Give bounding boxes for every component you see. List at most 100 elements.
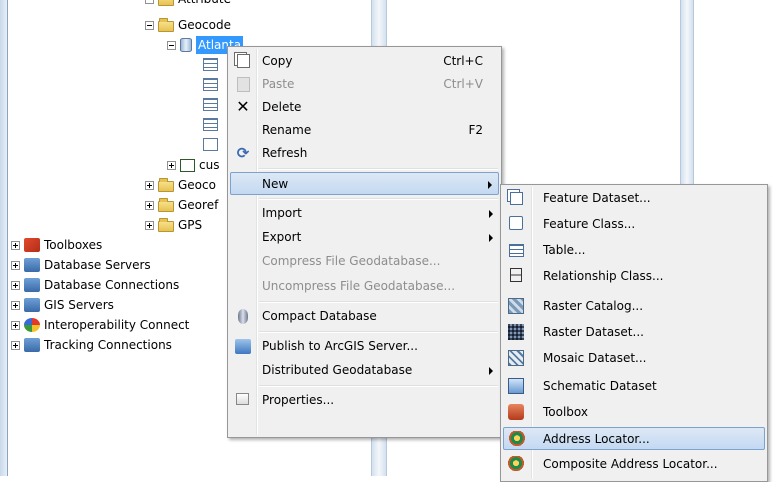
menu-item-compress[interactable]: Compress File Geodatabase... <box>230 250 499 273</box>
tree-item-relationship[interactable] <box>203 135 222 153</box>
menu-item-copy[interactable]: Copy Ctrl+C <box>230 50 499 73</box>
tree-item-database-connections[interactable]: Database Connections <box>11 276 179 294</box>
tree-item-label: Database Servers <box>44 258 151 272</box>
menu-item-publish[interactable]: Publish to ArcGIS Server... <box>230 335 499 358</box>
table-icon <box>203 57 218 71</box>
tree-item-gis-servers[interactable]: GIS Servers <box>11 296 114 314</box>
folder-icon <box>158 17 174 32</box>
submenu-item-feature-dataset[interactable]: Feature Dataset... <box>503 187 765 210</box>
tree-item-database-servers[interactable]: Database Servers <box>11 256 151 274</box>
menu-item-new[interactable]: New <box>230 172 499 195</box>
table-icon <box>203 117 218 131</box>
menu-item-uncompress[interactable]: Uncompress File Geodatabase... <box>230 275 499 298</box>
relationship-class-icon <box>510 268 522 282</box>
expand-icon[interactable] <box>11 260 20 270</box>
tree-item-attribute[interactable]: Attribute <box>145 0 231 8</box>
interoperability-icon <box>24 318 40 332</box>
tree-item-gps[interactable]: GPS <box>145 216 202 234</box>
composite-address-locator-icon <box>508 456 524 472</box>
context-menu: Copy Ctrl+C Paste Ctrl+V ✕ Delete Rename… <box>227 46 502 438</box>
menu-item-refresh[interactable]: ⟳ Refresh <box>230 142 499 165</box>
expand-icon[interactable] <box>11 280 20 290</box>
delete-icon: ✕ <box>236 97 250 116</box>
publish-icon <box>235 339 251 354</box>
tree-item-table[interactable] <box>203 115 222 133</box>
compact-database-icon <box>238 309 248 324</box>
submenu-item-feature-class[interactable]: Feature Class... <box>503 213 765 236</box>
feature-dataset-icon <box>510 192 523 205</box>
left-frame-edge <box>0 0 8 476</box>
expand-icon[interactable] <box>145 220 154 230</box>
menu-item-export[interactable]: Export <box>230 226 499 249</box>
tree-item-label: Geoco <box>178 178 216 192</box>
table-icon <box>509 244 524 257</box>
table-icon <box>203 97 218 111</box>
mosaic-dataset-icon <box>508 350 524 366</box>
expand-icon[interactable] <box>11 240 20 250</box>
menu-item-import[interactable]: Import <box>230 202 499 225</box>
expand-icon[interactable] <box>11 320 20 330</box>
toolboxes-icon <box>24 238 40 252</box>
tree-item-toolboxes[interactable]: Toolboxes <box>11 236 102 254</box>
folder-icon <box>158 197 174 212</box>
tree-item-geoco[interactable]: Geoco <box>145 176 216 194</box>
feature-class-icon <box>509 216 523 230</box>
expand-icon[interactable] <box>145 180 154 190</box>
menu-item-compact-database[interactable]: Compact Database <box>230 305 499 328</box>
submenu-item-schematic-dataset[interactable]: Schematic Dataset <box>503 375 765 398</box>
tree-item-interoperability[interactable]: Interoperability Connect <box>11 316 189 334</box>
expand-icon[interactable] <box>145 200 154 210</box>
folder-icon <box>158 0 174 6</box>
raster-dataset-icon <box>508 324 524 340</box>
tree-item-geocode[interactable]: Geocode <box>145 16 231 34</box>
collapse-icon[interactable] <box>145 0 154 4</box>
database-connections-icon <box>24 278 40 292</box>
submenu-item-address-locator[interactable]: Address Locator... <box>503 427 765 450</box>
schematic-dataset-icon <box>508 378 524 394</box>
tree-item-label: Tracking Connections <box>44 338 172 352</box>
new-submenu: Feature Dataset... Feature Class... Tabl… <box>500 184 768 482</box>
folder-icon <box>158 217 174 232</box>
expand-icon[interactable] <box>11 340 20 350</box>
submenu-item-toolbox[interactable]: Toolbox <box>503 401 765 424</box>
tree-item-table[interactable] <box>203 95 222 113</box>
database-servers-icon <box>24 258 40 272</box>
tree-item-georef[interactable]: Georef <box>145 196 218 214</box>
address-locator-icon <box>509 431 525 447</box>
properties-icon <box>236 393 249 405</box>
tree-item-cus[interactable]: cus <box>167 156 219 174</box>
tree-item-label: Attribute <box>178 0 231 8</box>
tree-item-label: GIS Servers <box>44 298 114 312</box>
menu-item-distributed-geodatabase[interactable]: Distributed Geodatabase <box>230 359 499 382</box>
tree-item-label: Database Connections <box>44 278 180 292</box>
menu-item-properties[interactable]: Properties... <box>230 389 499 412</box>
submenu-item-mosaic-dataset[interactable]: Mosaic Dataset... <box>503 347 765 370</box>
collapse-icon[interactable] <box>167 40 176 50</box>
toolbox-icon <box>508 404 524 420</box>
expand-icon[interactable] <box>167 160 176 170</box>
submenu-arrow-icon <box>489 367 493 375</box>
menu-item-paste[interactable]: Paste Ctrl+V <box>230 73 499 96</box>
tree-item-label: Georef <box>178 198 219 212</box>
submenu-item-relationship-class[interactable]: Relationship Class... <box>503 265 765 288</box>
table-icon <box>203 77 218 91</box>
tracking-connections-icon <box>24 338 40 352</box>
raster-catalog-icon <box>508 298 524 314</box>
tree-item-label: GPS <box>178 218 203 232</box>
menu-item-rename[interactable]: Rename F2 <box>230 119 499 142</box>
submenu-arrow-icon <box>489 210 493 218</box>
tree-item-table[interactable] <box>203 55 222 73</box>
submenu-arrow-icon <box>489 234 493 242</box>
submenu-item-raster-dataset[interactable]: Raster Dataset... <box>503 321 765 344</box>
submenu-item-table[interactable]: Table... <box>503 239 765 262</box>
expand-icon[interactable] <box>11 300 20 310</box>
copy-icon <box>237 54 250 68</box>
tree-item-tracking-connections[interactable]: Tracking Connections <box>11 336 172 354</box>
tree-item-table[interactable] <box>203 75 222 93</box>
collapse-icon[interactable] <box>145 20 154 30</box>
submenu-item-raster-catalog[interactable]: Raster Catalog... <box>503 295 765 318</box>
submenu-item-composite-address-locator[interactable]: Composite Address Locator... <box>503 453 765 476</box>
menu-item-delete[interactable]: ✕ Delete <box>230 96 499 119</box>
geodatabase-icon <box>180 38 192 52</box>
submenu-arrow-icon <box>488 181 492 189</box>
